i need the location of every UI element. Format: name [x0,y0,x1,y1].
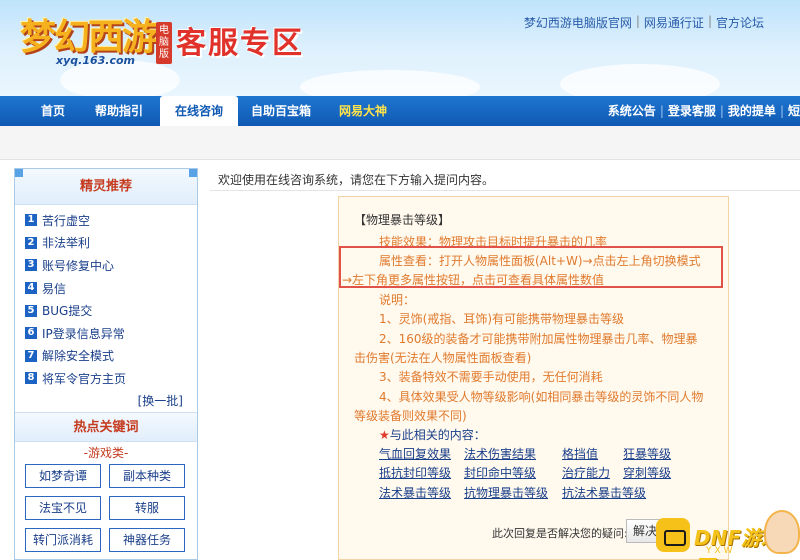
solved-question: 此次回复是否解决您的疑问: [492,527,628,540]
recommend-item-label: IP登录信息异常 [42,326,125,341]
game-logo[interactable]: 梦幻西游 电脑版 xyq.163.com [12,6,172,67]
login-service-link[interactable]: 登录客服 [668,96,716,126]
star-icon: ★ [379,428,390,442]
keyword-button[interactable]: 转门派消耗 [25,527,101,552]
related-link[interactable]: 封印命中等级 [464,464,536,481]
related-title-text: 与此相关的内容： [389,428,486,442]
related-link[interactable]: 抵抗封印等级 [379,464,451,481]
recommend-item[interactable]: 8 将军令官方主页 [25,367,197,390]
keyword-button[interactable]: 法宝不见 [25,495,101,520]
highlight-box [339,246,723,288]
item-number-badge: 2 [25,236,37,249]
site-header: 梦幻西游 电脑版 xyq.163.com 客服专区 梦幻西游电脑版官网 | 网易… [0,0,800,96]
recommend-item[interactable]: 3 账号修复中心 [25,254,197,277]
answer-title: 【物理暴击等级】 [354,213,451,227]
item-number-badge: 8 [25,372,37,385]
recommend-item[interactable]: 2 非法举利 [25,232,197,255]
related-link[interactable]: 气血回复效果 [379,445,451,462]
answer-note-2a: 2、160级的装备才可能携带附加属性物理暴击几率、物理暴 [379,332,698,346]
keyword-button[interactable]: 神器任务 [109,527,185,552]
announcement-link[interactable]: 系统公告 [608,96,656,126]
welcome-message: 欢迎使用在线咨询系统，请您在下方输入提问内容。 [218,173,495,187]
related-link[interactable]: 治疗能力 [562,464,610,481]
recommend-header: 精灵推荐 [15,169,197,205]
keyword-button[interactable]: 如梦奇谭 [25,463,101,488]
recommend-item-label: 将军令官方主页 [42,371,127,386]
recommend-item[interactable]: 7 解除安全模式 [25,345,197,368]
related-link[interactable]: 格挡值 [562,445,598,462]
answer-note-3: 3、装备特效不需要手动使用，无任何消耗 [379,370,603,384]
recommend-title: 精灵推荐 [79,179,132,194]
recommend-item-label: 易信 [42,281,67,296]
related-link[interactable]: 抗法术暴击等级 [562,484,646,501]
answer-note-1: 1、灵饰(戒指、耳饰)有可能携带物理暴击等级 [379,312,624,326]
recommend-item-label: BUG提交 [42,304,93,319]
sidebar: 精灵推荐 1 苦行虚空 2 非法举利 3 账号修复中心 4 易信 5 BUG提交 6 IP登… [14,168,198,560]
link-separator: | [707,14,712,28]
related-link[interactable]: 法术伤害结果 [464,445,536,462]
logo-title: 梦幻西游 [20,16,158,58]
related-link[interactable]: 抗物理暴击等级 [464,484,548,501]
keyword-grid: 如梦奇谭 副本种类 法宝不见 转服 转门派消耗 神器任务 [15,463,197,552]
nav-home[interactable]: 首页 [28,96,78,126]
related-link[interactable]: 穿刺等级 [623,464,671,481]
mascot-icon [764,510,800,554]
watermark-sub: YXW [706,546,736,556]
recommend-item[interactable]: 1 苦行虚空 [25,209,197,232]
item-number-badge: 3 [25,259,37,272]
link-separator: | [779,104,784,118]
recommend-list: 1 苦行虚空 2 非法举利 3 账号修复中心 4 易信 5 BUG提交 6 IP登录信息异常… [15,205,197,390]
sub-bar [0,126,800,160]
truncated-link[interactable]: 短 [788,96,800,126]
top-links: 梦幻西游电脑版官网 | 网易通行证 | 官方论坛 [524,14,764,31]
related-title: ★与此相关的内容： [379,426,486,443]
cloud-decoration [300,70,480,96]
recommend-item[interactable]: 4 易信 [25,277,197,300]
corner-decoration [15,169,23,177]
nav-online-consult[interactable]: 在线咨询 [160,96,238,126]
recommend-item-label: 非法举利 [42,236,91,251]
corner-decoration [189,169,197,177]
related-link[interactable]: 狂暴等级 [623,445,671,462]
nav-right-links: 系统公告 | 登录客服 | 我的提单 | 短 [608,96,800,126]
refresh-recommend-button[interactable]: [换一批] [15,390,197,412]
recommend-item-label: 解除安全模式 [42,349,115,364]
main-nav: 首页 帮助指引 在线咨询 自助百宝箱 网易大神 系统公告 | 登录客服 | 我的… [0,96,800,126]
answer-note-2b: 击伤害(无法在人物属性面板查看) [354,351,532,365]
keyword-button[interactable]: 转服 [109,495,185,520]
recommend-item-label: 账号修复中心 [42,258,115,273]
logo-url: xyq.163.com [56,54,135,67]
keyword-category: -游戏类- [83,445,129,460]
item-number-badge: 1 [25,214,37,227]
link-separator: | [659,104,664,118]
site-watermark: DNF游戏网 YXW [656,510,800,560]
item-number-badge: 7 [25,349,37,362]
official-site-link[interactable]: 梦幻西游电脑版官网 [524,14,632,31]
nav-dashen[interactable]: 网易大神 [330,96,396,126]
passport-link[interactable]: 网易通行证 [644,14,704,31]
recommend-item[interactable]: 6 IP登录信息异常 [25,322,197,345]
nav-toolbox[interactable]: 自助百宝箱 [242,96,320,126]
gamepad-icon [656,518,690,552]
nav-help[interactable]: 帮助指引 [86,96,152,126]
divider [210,190,800,191]
my-tickets-link[interactable]: 我的提单 [728,96,776,126]
item-number-badge: 4 [25,282,37,295]
answer-note-4a: 4、具体效果受人物等级影响(如相同暴击等级的灵饰不同人物 [379,390,704,404]
item-number-badge: 6 [25,327,37,340]
answer-note-label: 说明： [379,293,416,307]
forum-link[interactable]: 官方论坛 [716,14,764,31]
logo-badge: 电脑版 [156,22,172,64]
recommend-item-label: 苦行虚空 [42,213,91,228]
related-link[interactable]: 法术暴击等级 [379,484,451,501]
keyword-button[interactable]: 副本种类 [109,463,185,488]
answer-note-4b: 等级装备则效果不同) [354,409,467,423]
link-separator: | [635,14,640,28]
recommend-item[interactable]: 5 BUG提交 [25,299,197,322]
link-separator: | [719,104,724,118]
cloud-decoration [560,64,720,96]
item-number-badge: 5 [25,304,37,317]
hot-keywords-title: 热点关键词 [15,411,197,442]
page-title: 客服专区 [176,26,304,61]
